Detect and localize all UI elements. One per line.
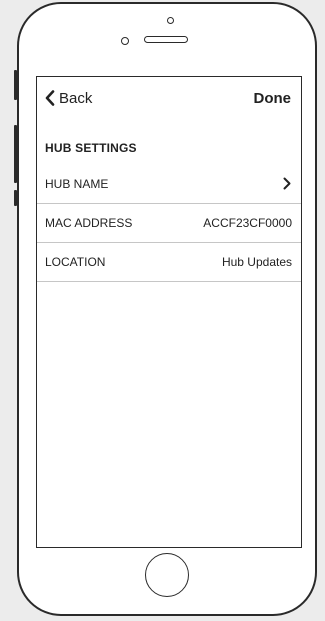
back-label: Back xyxy=(59,89,93,107)
camera-icon xyxy=(167,17,174,24)
row-label: MAC ADDRESS xyxy=(45,216,133,230)
section-title: HUB SETTINGS xyxy=(45,141,137,155)
settings-list: HUB NAME MAC ADDRESS ACCF23CF0000 LOCATI… xyxy=(37,165,301,282)
done-button[interactable]: Done xyxy=(254,90,292,107)
settings-row-location[interactable]: LOCATION Hub Updates xyxy=(37,243,301,282)
row-value: Hub Updates xyxy=(221,255,292,269)
home-button[interactable] xyxy=(145,553,189,597)
front-camera-icon xyxy=(121,37,129,45)
chevron-left-icon xyxy=(45,90,55,106)
app-screen: Back Done HUB SETTINGS HUB NAME MAC ADDR… xyxy=(36,76,302,548)
navigation-bar: Back Done xyxy=(37,77,301,121)
row-value: ACCF23CF0000 xyxy=(203,216,292,230)
settings-row-mac-address[interactable]: MAC ADDRESS ACCF23CF0000 xyxy=(37,204,301,243)
row-label: LOCATION xyxy=(45,255,106,269)
back-button[interactable]: Back xyxy=(45,88,92,108)
chevron-right-icon xyxy=(283,177,291,190)
row-label: HUB NAME xyxy=(45,177,109,191)
speaker-grille xyxy=(144,36,188,43)
settings-row-hub-name[interactable]: HUB NAME xyxy=(37,165,301,204)
